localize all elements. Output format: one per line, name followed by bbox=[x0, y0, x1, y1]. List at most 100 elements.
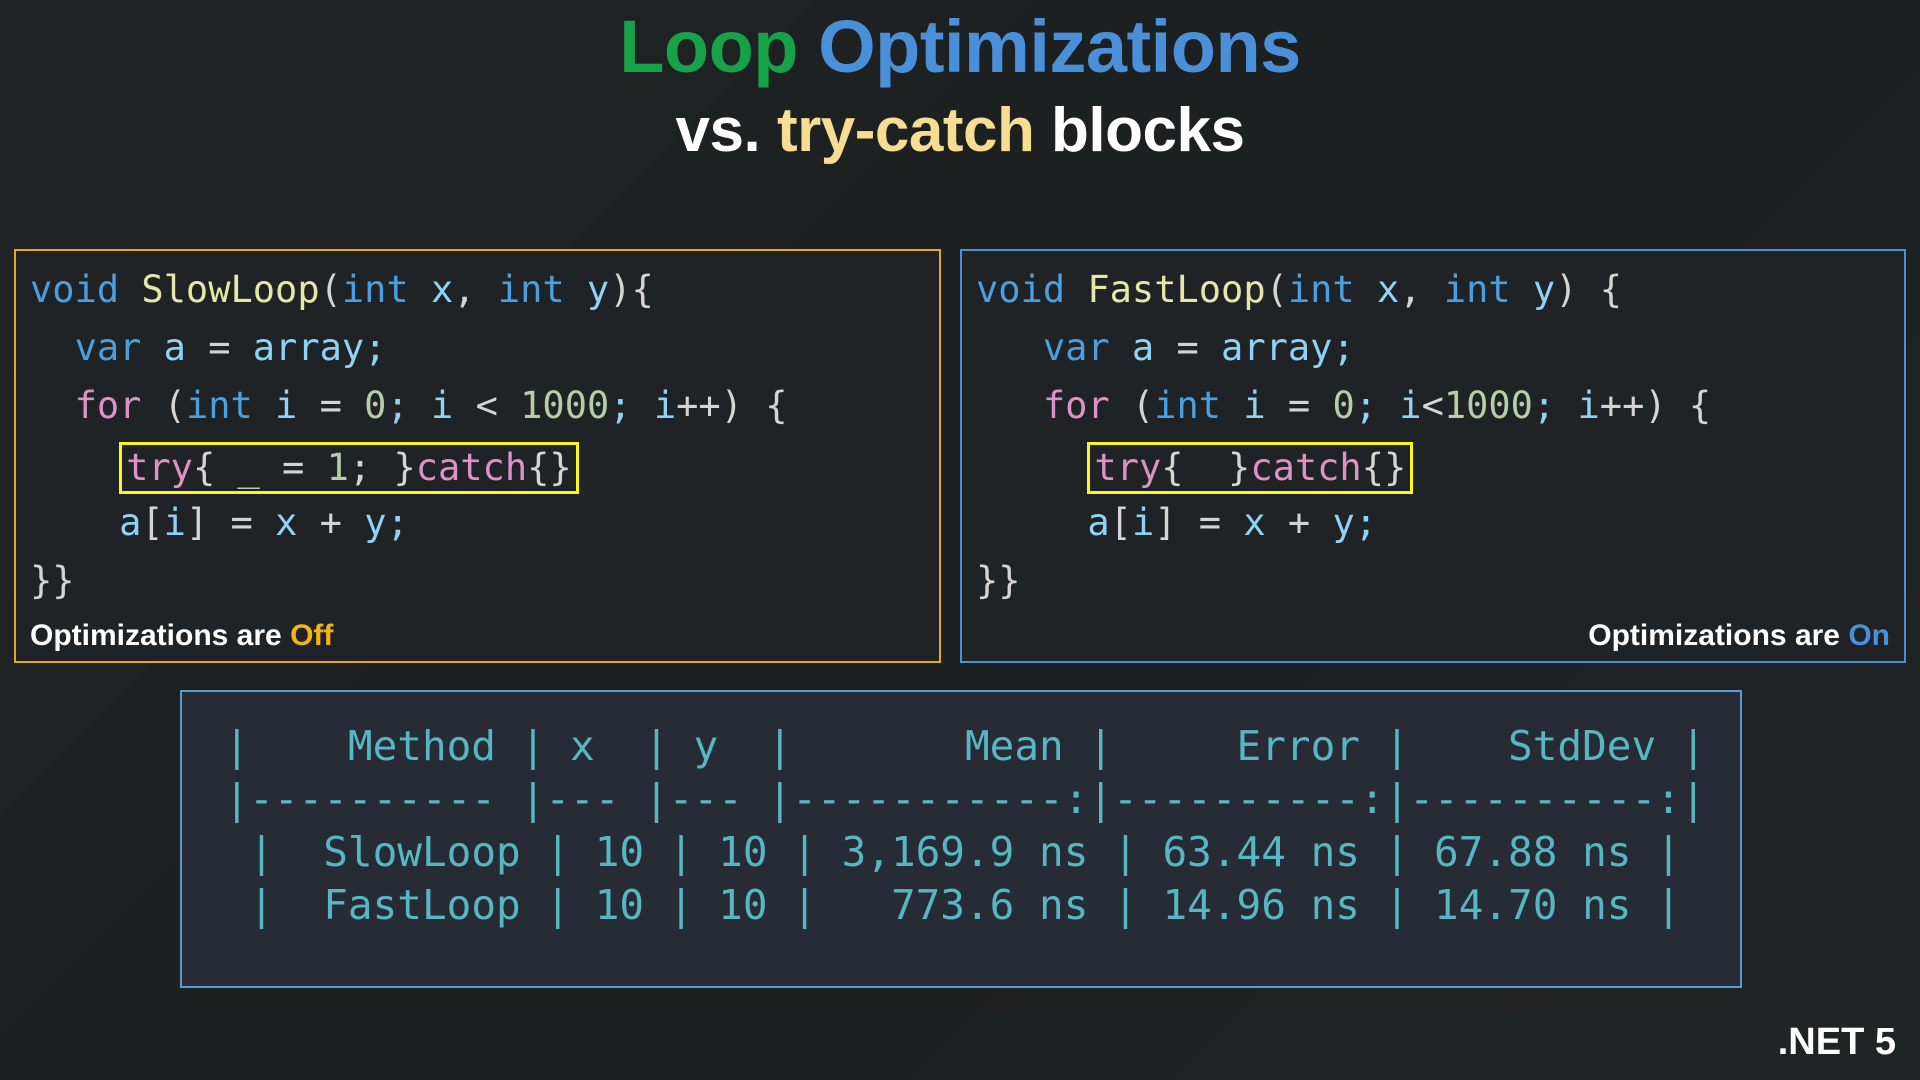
token-plus: + bbox=[319, 501, 365, 544]
token-i-cond: i bbox=[431, 384, 476, 427]
token-semicolon-l4: ; bbox=[348, 446, 394, 489]
token-var-a-r: a bbox=[1109, 326, 1177, 369]
token-indent-r2 bbox=[976, 326, 1043, 369]
token-1000: 1000 bbox=[520, 384, 610, 427]
highlight-box-trycatch-left: try{ _ = 1; }catch{} bbox=[119, 442, 579, 494]
code-panel-fast-loop: void FastLoop(int x, int y) { var a = ar… bbox=[960, 249, 1906, 663]
token-try-brace-r: { bbox=[1161, 446, 1229, 489]
token-index-i-r: i bbox=[1131, 501, 1155, 544]
token-closing-braces-r: }} bbox=[976, 559, 1021, 602]
highlight-box-trycatch-right: try{ }catch{} bbox=[1087, 442, 1414, 494]
token-for-paren-r: ( bbox=[1109, 384, 1155, 427]
token-int-i: int bbox=[185, 384, 253, 427]
token-array: array bbox=[252, 326, 365, 369]
table-header-row: | Method | x | y | Mean | Error | StdDev… bbox=[224, 722, 1706, 770]
title-word-loop: Loop bbox=[619, 5, 819, 88]
token-for-paren: ( bbox=[141, 384, 186, 427]
token-indent-l5 bbox=[30, 501, 119, 544]
title-line-secondary: vs. try-catch blocks bbox=[0, 95, 1920, 166]
token-semicolon-rb: ; bbox=[1532, 384, 1578, 427]
token-increment-r: ++) { bbox=[1599, 384, 1712, 427]
token-signature-tail-r: ) { bbox=[1555, 268, 1623, 311]
token-catch-r: catch bbox=[1250, 446, 1362, 489]
benchmark-results-panel: | Method | x | y | Mean | Error | StdDev… bbox=[180, 690, 1742, 988]
token-int-i-r: int bbox=[1154, 384, 1222, 427]
token-assign-r2: = bbox=[1176, 326, 1222, 369]
token-var: var bbox=[74, 326, 142, 369]
token-int-x-r: int bbox=[1287, 268, 1355, 311]
token-semicolon-l2: ; bbox=[364, 326, 387, 369]
status-label-optimizations-off: Optimizations are Off bbox=[30, 619, 333, 653]
token-assign-l4: = bbox=[259, 446, 327, 489]
token-1000-r: 1000 bbox=[1443, 384, 1533, 427]
token-operand-y: y bbox=[364, 501, 387, 544]
token-zero: 0 bbox=[364, 384, 387, 427]
footer-brand-dotnet: .NET 5 bbox=[1777, 1021, 1896, 1063]
token-comma-r: , bbox=[1399, 268, 1444, 311]
table-row: | FastLoop | 10 | 10 | 773.6 ns | 14.96 … bbox=[249, 881, 1681, 929]
token-i-decl-r: i bbox=[1221, 384, 1288, 427]
token-operand-x: x bbox=[275, 501, 320, 544]
title-word-blocks: blocks bbox=[1034, 95, 1245, 165]
token-paren-open: ( bbox=[319, 268, 342, 311]
token-indent-l4 bbox=[30, 442, 119, 485]
benchmark-results-table: | Method | x | y | Mean | Error | StdDev… bbox=[182, 692, 1740, 932]
token-void: void bbox=[30, 268, 120, 311]
title-word-trycatch: try-catch bbox=[776, 95, 1035, 165]
token-catch-braces-r: {} bbox=[1361, 446, 1407, 489]
token-array-a-r: a bbox=[1087, 501, 1110, 544]
token-semicolon-l5: ; bbox=[386, 501, 409, 544]
token-indent-l3 bbox=[30, 384, 75, 427]
token-semicolon-ra: ; bbox=[1354, 384, 1400, 427]
token-for-r: for bbox=[1042, 384, 1110, 427]
token-operand-x-r: x bbox=[1243, 501, 1288, 544]
token-paren-open-r: ( bbox=[1265, 268, 1288, 311]
token-indent-r3 bbox=[976, 384, 1043, 427]
status-value-off: Off bbox=[290, 619, 334, 652]
token-operand-y-r: y bbox=[1332, 501, 1355, 544]
token-plus-r: + bbox=[1287, 501, 1333, 544]
table-separator-row: |---------- |--- |--- |-----------:|----… bbox=[224, 775, 1706, 823]
title-block: Loop Optimizations vs. try-catch blocks bbox=[0, 5, 1920, 166]
token-indent-l2 bbox=[30, 326, 75, 369]
token-bracket-open: [ bbox=[141, 501, 164, 544]
status-value-on: On bbox=[1848, 619, 1890, 652]
token-assign-r5: = bbox=[1198, 501, 1244, 544]
code-block-fast-loop: void FastLoop(int x, int y) { var a = ar… bbox=[976, 261, 1890, 610]
token-catch-braces: {} bbox=[527, 446, 572, 489]
token-one: 1 bbox=[326, 446, 349, 489]
token-bracket-open-r: [ bbox=[1109, 501, 1132, 544]
token-try-brace-close-r: } bbox=[1228, 446, 1251, 489]
token-semicolon-b: ; bbox=[609, 384, 654, 427]
table-row: | SlowLoop | 10 | 10 | 3,169.9 ns | 63.4… bbox=[249, 828, 1681, 876]
token-var-r: var bbox=[1042, 326, 1110, 369]
token-catch: catch bbox=[415, 446, 528, 489]
token-increment: ++) { bbox=[676, 384, 788, 427]
token-int-y: int bbox=[497, 268, 565, 311]
token-closing-braces: }} bbox=[30, 559, 75, 602]
code-panel-slow-loop: void SlowLoop(int x, int y){ var a = arr… bbox=[14, 249, 941, 663]
token-i-cond-r: i bbox=[1399, 384, 1422, 427]
token-i-inc-r: i bbox=[1577, 384, 1600, 427]
status-prefix-right: Optimizations are bbox=[1588, 619, 1849, 652]
token-signature-tail: ){ bbox=[609, 268, 654, 311]
token-method-name-fastloop: FastLoop bbox=[1065, 268, 1266, 311]
token-array-r: array bbox=[1221, 326, 1333, 369]
token-semicolon-r2: ; bbox=[1332, 326, 1355, 369]
token-param-y-r: y bbox=[1510, 268, 1556, 311]
token-semicolon-r5: ; bbox=[1354, 501, 1378, 544]
token-bracket-close-r: ] bbox=[1154, 501, 1199, 544]
token-param-x-r: x bbox=[1354, 268, 1400, 311]
token-try-brace: { bbox=[192, 446, 238, 489]
token-void-r: void bbox=[976, 268, 1066, 311]
token-int-x: int bbox=[341, 268, 409, 311]
token-comma: , bbox=[453, 268, 498, 311]
token-index-i: i bbox=[163, 501, 186, 544]
title-word-vs: vs. bbox=[675, 95, 777, 165]
token-int-y-r: int bbox=[1443, 268, 1511, 311]
token-for: for bbox=[74, 384, 142, 427]
token-try-brace-close: } bbox=[393, 446, 416, 489]
token-indent-r4 bbox=[976, 442, 1087, 485]
token-var-a: a bbox=[141, 326, 209, 369]
token-assign-l3: = bbox=[319, 384, 365, 427]
